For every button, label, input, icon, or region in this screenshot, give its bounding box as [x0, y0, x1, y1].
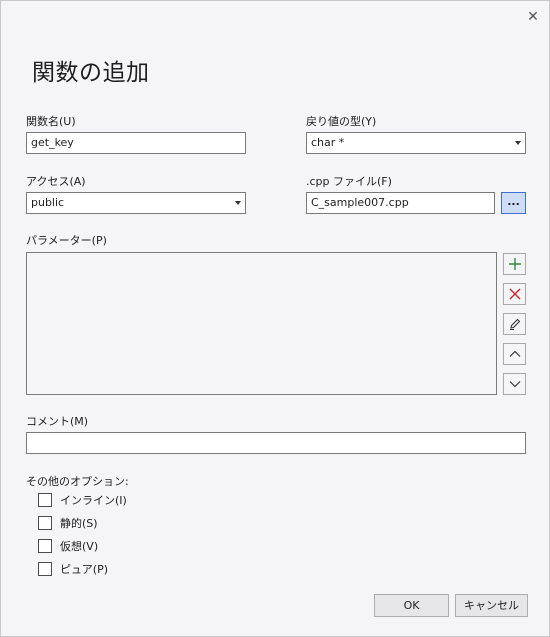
access-label: アクセス(A)	[26, 175, 86, 188]
comment-label: コメント(M)	[26, 415, 89, 428]
parameters-list[interactable]	[26, 252, 497, 395]
dropdown-arrow-icon	[515, 141, 521, 145]
virtual-checkbox[interactable]	[38, 539, 52, 553]
function-name-input[interactable]: get_key	[26, 132, 246, 154]
inline-option[interactable]: インライン(I)	[38, 492, 127, 508]
browse-button[interactable]: ...	[501, 192, 526, 214]
comment-input[interactable]	[26, 432, 526, 454]
close-icon[interactable]: ✕	[523, 7, 543, 27]
add-icon	[508, 258, 521, 270]
virtual-label: 仮想(V)	[60, 540, 99, 553]
cancel-button[interactable]: キャンセル	[455, 594, 528, 617]
inline-checkbox[interactable]	[38, 493, 52, 507]
return-type-value: char *	[311, 136, 345, 149]
pure-label: ピュア(P)	[60, 563, 108, 576]
edit-icon	[509, 318, 520, 331]
access-select[interactable]: public	[26, 192, 246, 214]
parameters-label: パラメーター(P)	[26, 234, 107, 247]
pure-option[interactable]: ピュア(P)	[38, 561, 108, 577]
move-down-icon	[509, 381, 520, 388]
pure-checkbox[interactable]	[38, 562, 52, 576]
static-label: 静的(S)	[60, 517, 98, 530]
static-checkbox[interactable]	[38, 516, 52, 530]
access-value: public	[31, 196, 65, 209]
inline-label: インライン(I)	[60, 494, 127, 507]
move-down-button[interactable]	[503, 373, 526, 395]
delete-icon	[509, 288, 520, 300]
edit-parameter-button[interactable]	[503, 313, 526, 335]
move-up-button[interactable]	[503, 343, 526, 365]
virtual-option[interactable]: 仮想(V)	[38, 538, 98, 554]
dropdown-arrow-icon	[235, 201, 241, 205]
add-function-dialog: ✕ 関数の追加 関数名(U) get_key 戻り値の型(Y) char * ア…	[0, 0, 550, 637]
delete-parameter-button[interactable]	[503, 283, 526, 305]
dialog-title: 関数の追加	[32, 60, 150, 86]
return-type-label: 戻り値の型(Y)	[306, 115, 377, 128]
cpp-file-input[interactable]: C_sample007.cpp	[306, 192, 495, 214]
move-up-icon	[509, 350, 520, 357]
function-name-label: 関数名(U)	[26, 115, 76, 128]
ok-button[interactable]: OK	[374, 594, 449, 617]
cpp-file-label: .cpp ファイル(F)	[306, 175, 392, 188]
other-options-label: その他のオプション:	[26, 475, 129, 488]
static-option[interactable]: 静的(S)	[38, 515, 98, 531]
return-type-select[interactable]: char *	[306, 132, 526, 154]
add-parameter-button[interactable]	[503, 253, 526, 275]
